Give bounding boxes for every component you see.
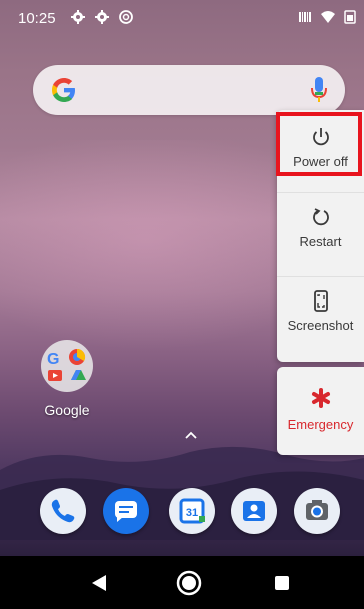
screenshot-icon [313, 290, 328, 312]
wifi-icon [321, 11, 335, 23]
power-menu: Power off Restart Screenshot [276, 110, 364, 362]
home-screen: 10:25 G Google 31 Power off Restart Scre… [0, 0, 364, 609]
sync-icon [119, 10, 133, 24]
restart-button[interactable]: Restart [277, 192, 364, 272]
camera-app-icon[interactable] [294, 488, 340, 534]
mic-icon[interactable] [309, 75, 329, 105]
phone-app-icon[interactable] [40, 488, 86, 534]
calendar-day: 31 [186, 507, 198, 519]
settings-icon [95, 10, 109, 24]
svg-text:G: G [47, 351, 59, 368]
status-notification-icons [70, 9, 134, 25]
emergency-button[interactable]: Emergency [277, 367, 364, 455]
folder-icon: G [41, 340, 93, 392]
google-g-logo [52, 78, 75, 102]
power-off-button[interactable]: Power off [276, 112, 364, 192]
google-folder[interactable]: G Google [38, 340, 96, 420]
contacts-app-icon[interactable] [231, 488, 277, 534]
dock: 31 [0, 488, 364, 544]
status-bar: 10:25 [0, 0, 364, 38]
app-drawer-arrow-icon[interactable] [184, 430, 198, 440]
screenshot-button[interactable]: Screenshot [277, 276, 364, 356]
messages-app-icon[interactable] [103, 488, 149, 534]
screenshot-label: Screenshot [287, 318, 354, 333]
highlight-box [276, 112, 362, 176]
home-icon[interactable] [176, 570, 202, 596]
asterisk-icon [311, 388, 330, 408]
status-system-icons [298, 10, 358, 24]
restart-icon [312, 208, 329, 226]
folder-label: Google [44, 402, 90, 418]
navigation-bar [0, 556, 364, 609]
battery-icon [344, 10, 356, 24]
settings-icon [71, 10, 85, 24]
google-search-bar[interactable] [33, 65, 345, 115]
calendar-app-icon[interactable]: 31 [169, 488, 215, 534]
emergency-label: Emergency [287, 417, 354, 432]
recents-icon[interactable] [274, 575, 290, 591]
status-time: 10:25 [18, 10, 56, 27]
restart-label: Restart [299, 234, 342, 249]
back-icon[interactable] [91, 574, 107, 592]
barcode-icon [299, 12, 311, 22]
